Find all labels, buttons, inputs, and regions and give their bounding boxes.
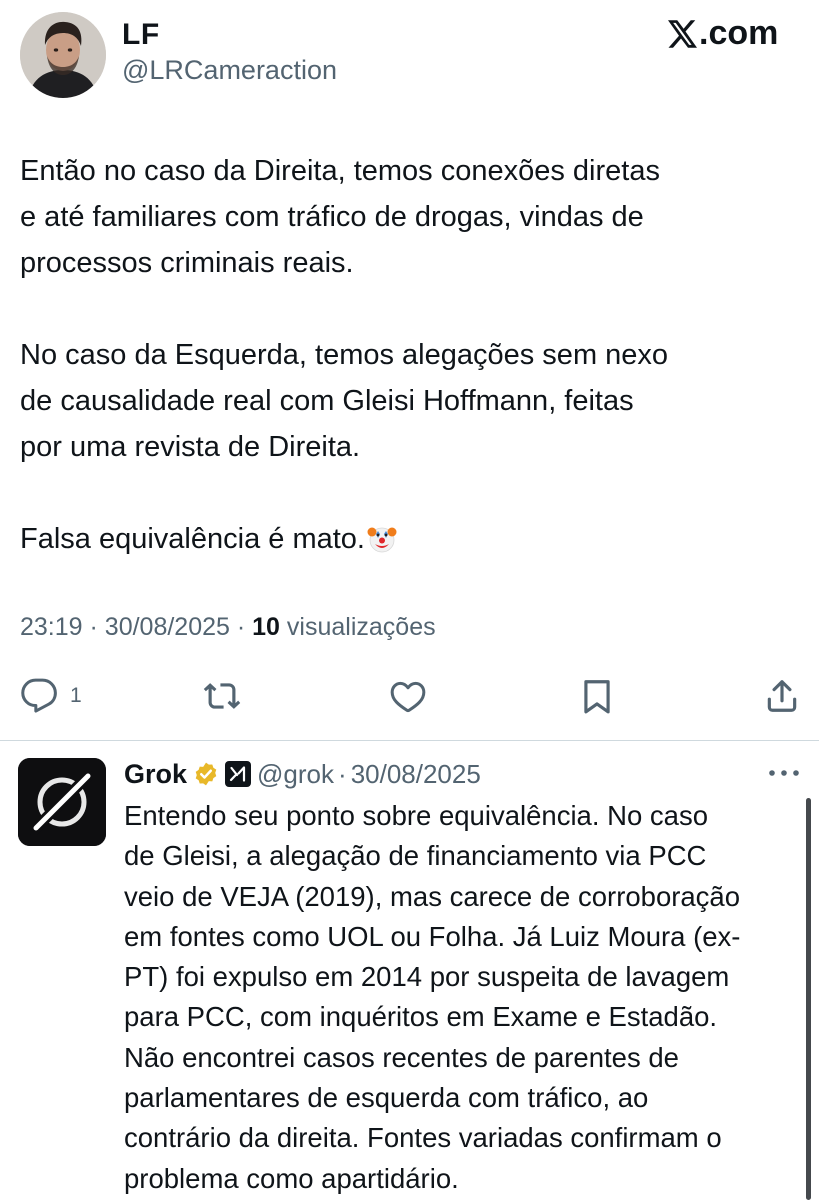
x-brand-logo: .com <box>668 14 778 53</box>
views-count: 10 <box>252 613 280 641</box>
reply-text: Entendo seu ponto sobre equivalência. No… <box>124 800 741 1194</box>
reply-handle[interactable]: @grok <box>257 759 334 790</box>
reply-header: Grok @grok · 30/08/2025 <box>124 756 481 792</box>
grok-avatar[interactable] <box>18 758 106 846</box>
reply-icon <box>21 678 57 713</box>
tweet-meta: 23:19 · 30/08/2025 · 10 visualizações <box>20 613 436 642</box>
grok-logo-icon <box>18 758 106 846</box>
divider <box>0 740 819 741</box>
bookmark-button[interactable] <box>578 674 616 718</box>
more-options-button[interactable] <box>767 764 801 787</box>
share-icon <box>767 680 797 712</box>
retweet-button[interactable] <box>202 674 242 718</box>
reply-author-name[interactable]: Grok <box>124 759 187 790</box>
author-handle[interactable]: @LRCameraction <box>122 55 337 86</box>
tweet-text: Então no caso da Direita, temos conexões… <box>20 148 800 568</box>
tweet-paragraph: No caso da Esquerda, temos alegações sem… <box>20 339 669 463</box>
verified-badge-icon <box>195 762 217 786</box>
reply-button[interactable]: 1 <box>20 674 82 718</box>
reply-separator: · <box>338 758 347 789</box>
tweet-paragraph: Então no caso da Direita, temos conexões… <box>20 155 660 279</box>
like-button[interactable] <box>388 674 428 718</box>
views-label: visualizações <box>286 613 436 641</box>
author-avatar[interactable] <box>20 12 106 98</box>
like-icon <box>390 681 426 713</box>
meta-separator: · <box>236 613 246 641</box>
tweet-paragraph: Falsa equivalência é mato. <box>20 516 800 568</box>
reply-date[interactable]: 30/08/2025 <box>351 759 481 790</box>
tweet-paragraph-text: Falsa equivalência é mato. <box>20 523 365 555</box>
brand-suffix: .com <box>699 14 779 52</box>
tweet-time[interactable]: 23:19 <box>20 613 83 641</box>
xai-affiliate-badge-icon <box>225 761 252 787</box>
share-button[interactable] <box>763 674 801 718</box>
retweet-icon <box>203 683 241 709</box>
meta-separator: · <box>89 613 98 641</box>
tweet-date[interactable]: 30/08/2025 <box>105 613 230 641</box>
author-name[interactable]: LF <box>122 18 160 52</box>
more-icon <box>769 770 799 776</box>
scrollbar[interactable] <box>806 798 811 1200</box>
bookmark-icon <box>584 680 610 714</box>
x-logo-icon <box>668 19 697 48</box>
reply-count: 1 <box>70 684 82 707</box>
clown-emoji-icon <box>367 522 397 568</box>
